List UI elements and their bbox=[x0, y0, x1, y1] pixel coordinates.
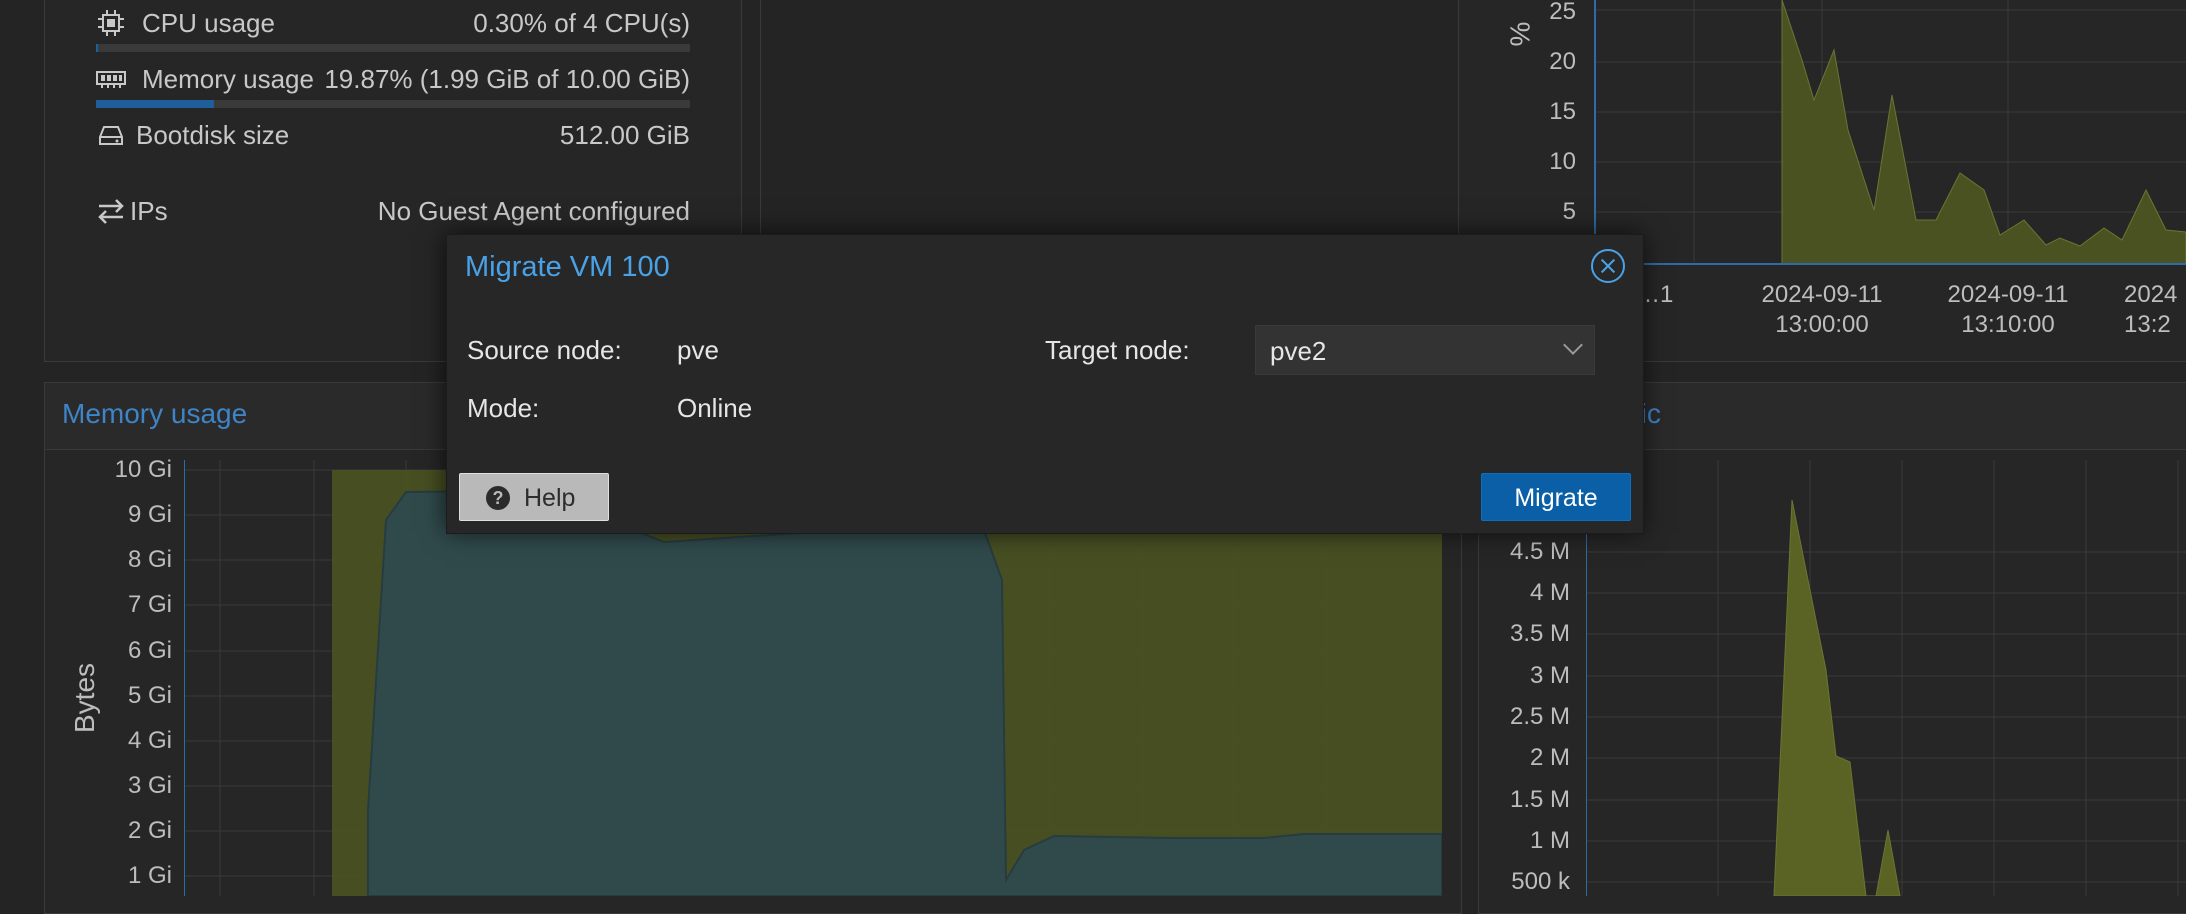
cpu-usage-bar bbox=[96, 44, 690, 52]
memory-ytick: 3 Gi bbox=[127, 772, 172, 799]
cpu-icon bbox=[96, 8, 126, 38]
question-circle-icon: ? bbox=[486, 486, 510, 510]
network-chart bbox=[1586, 460, 2186, 896]
cpu-ytick: 15 bbox=[1549, 98, 1576, 125]
target-node-value: pve2 bbox=[1270, 336, 1327, 366]
memory-ytick: 2 Gi bbox=[127, 817, 172, 844]
ips-label: IPs bbox=[130, 196, 168, 226]
mode-value: Online bbox=[677, 393, 753, 423]
target-node-label: Target node: bbox=[1045, 335, 1190, 365]
cpu-ytick: 25 bbox=[1549, 0, 1576, 25]
memory-usage-label: Memory usage bbox=[142, 64, 314, 94]
bootdisk-label: Bootdisk size bbox=[136, 120, 290, 150]
cpu-xtick: 2024-09-11 13:10:00 bbox=[1926, 280, 2090, 340]
migrate-button[interactable]: Migrate bbox=[1481, 473, 1631, 521]
cpu-usage-bar-fill bbox=[96, 44, 98, 52]
network-ytick: 3.5 M bbox=[1509, 620, 1570, 647]
memory-usage-bar-fill bbox=[96, 100, 215, 108]
memory-usage-value: 19.87% (1.99 GiB of 10.00 GiB) bbox=[324, 64, 690, 94]
memory-ytick: 6 Gi bbox=[127, 637, 172, 664]
dialog-title: Migrate VM 100 bbox=[465, 251, 670, 283]
cpu-usage-value: 0.30% of 4 CPU(s) bbox=[473, 8, 690, 38]
memory-ytick: 8 Gi bbox=[127, 546, 172, 573]
network-ytick: 2 M bbox=[1529, 744, 1570, 771]
close-icon[interactable] bbox=[1591, 249, 1625, 283]
cpu-ytick: 10 bbox=[1549, 148, 1576, 175]
cpu-xtick: …1 bbox=[1636, 280, 1706, 310]
help-button-label: Help bbox=[524, 484, 576, 512]
cpu-xtick: 2024 13:2 bbox=[2124, 280, 2186, 340]
memory-ytick: 7 Gi bbox=[127, 591, 172, 618]
cpu-usage-row: CPU usage 0.30% of 4 CPU(s) bbox=[96, 2, 690, 42]
network-ytick: 1 M bbox=[1529, 827, 1570, 854]
cpu-xtick-line1: 2024-09-11 bbox=[1947, 281, 2069, 308]
cpu-ytick: 20 bbox=[1549, 48, 1576, 75]
cpu-xtick-line2: 13:00:00 bbox=[1775, 311, 1869, 338]
bootdisk-row: Bootdisk size 512.00 GiB bbox=[96, 114, 690, 154]
memory-usage-row: Memory usage 19.87% (1.99 GiB of 10.00 G… bbox=[96, 58, 690, 98]
cpu-xtick-line1: …1 bbox=[1636, 281, 1674, 308]
hdd-icon bbox=[96, 120, 126, 150]
network-ytick: 1.5 M bbox=[1509, 786, 1570, 813]
ips-row: IPs No Guest Agent configured bbox=[96, 190, 690, 230]
cpu-xtick-line2: 13:2 bbox=[2124, 311, 2171, 338]
cpu-usage-label: CPU usage bbox=[142, 8, 275, 38]
memory-chart-title: Memory usage bbox=[62, 398, 248, 429]
memory-icon bbox=[96, 64, 126, 94]
bootdisk-value: 512.00 GiB bbox=[559, 120, 690, 150]
cpu-xtick-line1: 2024-09-11 bbox=[1761, 281, 1883, 308]
memory-ytick: 10 Gi bbox=[114, 456, 172, 483]
cpu-xtick: 2024-09-11 13:00:00 bbox=[1740, 280, 1904, 340]
ips-value: No Guest Agent configured bbox=[377, 196, 690, 226]
mode-label: Mode: bbox=[467, 393, 540, 423]
network-area bbox=[1773, 499, 1901, 896]
network-ytick: 4 M bbox=[1529, 579, 1570, 606]
help-button[interactable]: ? Help bbox=[459, 473, 609, 521]
chevron-down-icon bbox=[1563, 335, 1583, 355]
source-node-label: Source node: bbox=[467, 335, 622, 365]
memory-usage-bar bbox=[96, 100, 690, 108]
cpu-xtick-line2: 13:10:00 bbox=[1961, 311, 2055, 338]
network-ytick: 2.5 M bbox=[1509, 703, 1570, 730]
network-ytick: 500 k bbox=[1511, 868, 1570, 895]
cpu-chart bbox=[1594, 0, 2186, 265]
memory-ytick: 5 Gi bbox=[127, 682, 172, 709]
cpu-xtick-line1: 2024 bbox=[2124, 281, 2178, 308]
network-ytick: 3 M bbox=[1529, 662, 1570, 689]
memory-ytick: 4 Gi bbox=[127, 727, 172, 754]
network-ytick: 4.5 M bbox=[1509, 538, 1570, 565]
exchange-icon bbox=[96, 196, 126, 226]
migrate-button-label: Migrate bbox=[1514, 484, 1598, 512]
memory-ytick: 1 Gi bbox=[127, 862, 172, 889]
memory-ytick: 9 Gi bbox=[127, 501, 172, 528]
migrate-dialog: Migrate VM 100 Source node: pve Target n… bbox=[446, 234, 1644, 534]
source-node-value: pve bbox=[677, 335, 719, 365]
target-node-select[interactable]: pve2 bbox=[1255, 325, 1595, 375]
cpu-area bbox=[1781, 0, 2186, 265]
cpu-ytick: 5 bbox=[1562, 198, 1576, 225]
